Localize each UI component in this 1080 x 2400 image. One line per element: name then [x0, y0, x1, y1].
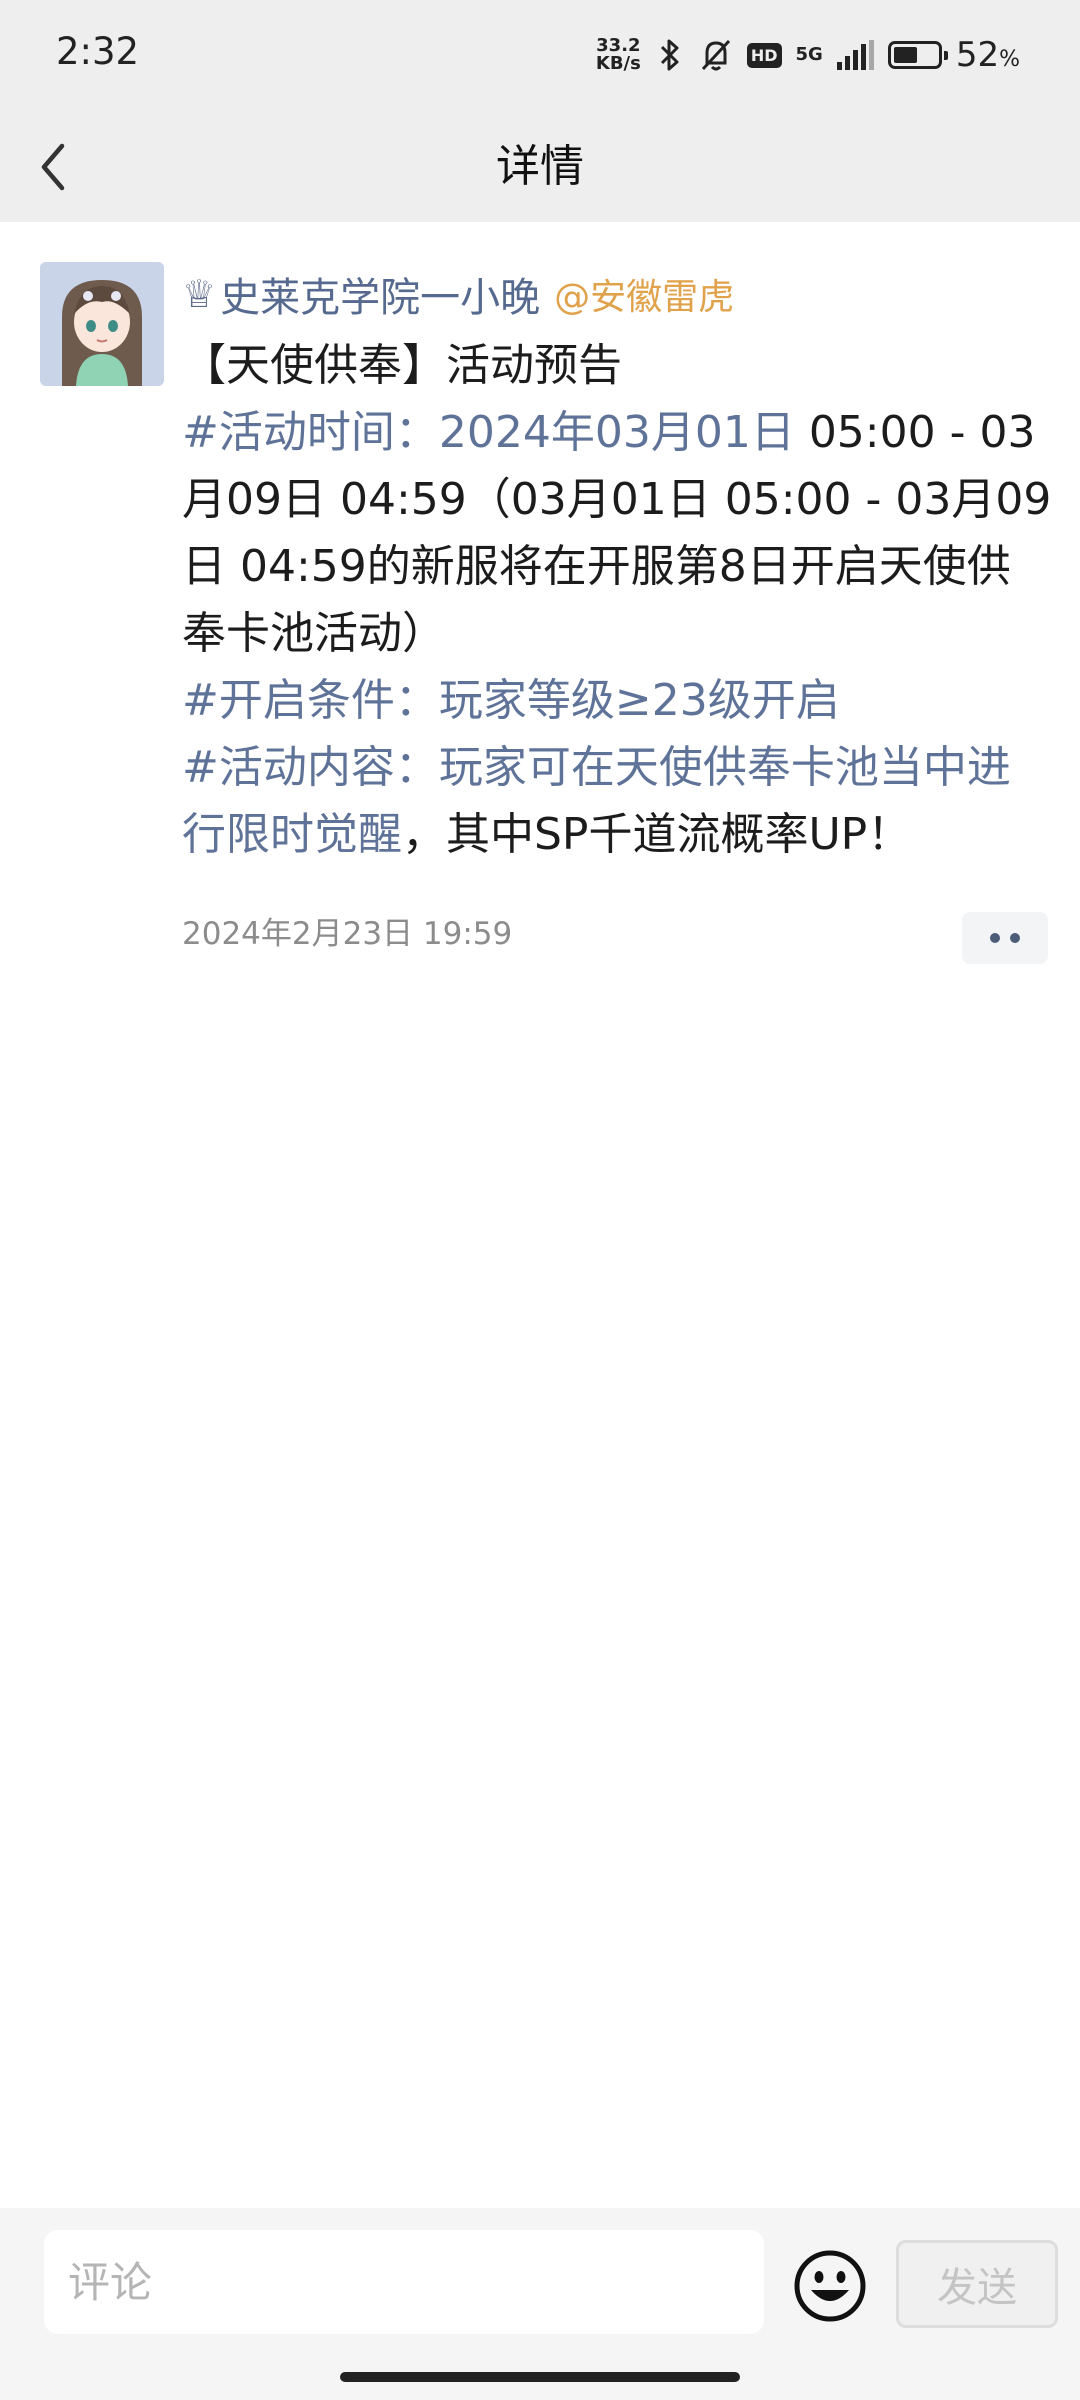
- content-text: ，其中SP千道流概率UP！: [402, 809, 912, 860]
- avatar[interactable]: [40, 262, 164, 386]
- condition-paragraph: #开启条件：玩家等级≥23级开启: [182, 667, 1052, 734]
- page-title: 详情: [496, 141, 584, 192]
- content-paragraph: #活动内容：玩家可在天使供奉卡池当中进行限时觉醒，其中SP千道流概率UP！: [182, 734, 1052, 868]
- crown-icon: ♕: [182, 272, 217, 316]
- post-title: 【天使供奉】活动预告: [182, 340, 622, 391]
- dot-icon: [1010, 933, 1020, 943]
- emoji-button[interactable]: [792, 2248, 868, 2324]
- battery-percent: 52%: [955, 35, 1020, 75]
- network-speed: 33.2 KB/s: [596, 37, 641, 73]
- network-type-label: 5G: [795, 44, 823, 65]
- signal-strength-icon: [836, 40, 874, 70]
- bell-off-icon: [701, 39, 730, 71]
- hd-voice-icon: HD: [746, 42, 782, 68]
- header-bar: 详情: [0, 110, 1080, 222]
- bluetooth-icon: [660, 39, 679, 71]
- dot-icon: [990, 933, 1000, 943]
- battery-icon: [887, 41, 948, 69]
- post-content: 【天使供奉】活动预告 #活动时间：2024年03月01日 05:00 - 03月…: [182, 332, 1052, 868]
- author-line: ♕ 史莱克学院一小晚 @安徽雷虎: [182, 264, 734, 324]
- hashtag-condition[interactable]: #开启条件：玩家等级≥23级开启: [182, 675, 840, 726]
- mention-link[interactable]: @安徽雷虎: [554, 268, 734, 320]
- smiley-icon: [794, 2250, 866, 2322]
- status-bar: 2:32 33.2 KB/s HD 5G 52%: [0, 0, 1080, 110]
- author-name[interactable]: 史莱克学院一小晚: [220, 265, 540, 323]
- status-icons: 33.2 KB/s HD 5G 52%: [596, 28, 1020, 82]
- network-speed-unit: KB/s: [595, 53, 641, 74]
- avatar-illustration: [40, 262, 164, 386]
- event-time-paragraph: #活动时间：2024年03月01日 05:00 - 03月09日 04:59（0…: [182, 399, 1052, 667]
- home-indicator[interactable]: [340, 2372, 740, 2382]
- post-timestamp: 2024年2月23日 19:59: [182, 916, 513, 952]
- send-button[interactable]: 发送: [896, 2240, 1058, 2328]
- more-options-button[interactable]: [962, 912, 1048, 964]
- hashtag-event-time[interactable]: #活动时间：2024年03月01日: [182, 407, 795, 458]
- comment-input[interactable]: [44, 2230, 764, 2334]
- status-time: 2:32: [56, 30, 140, 73]
